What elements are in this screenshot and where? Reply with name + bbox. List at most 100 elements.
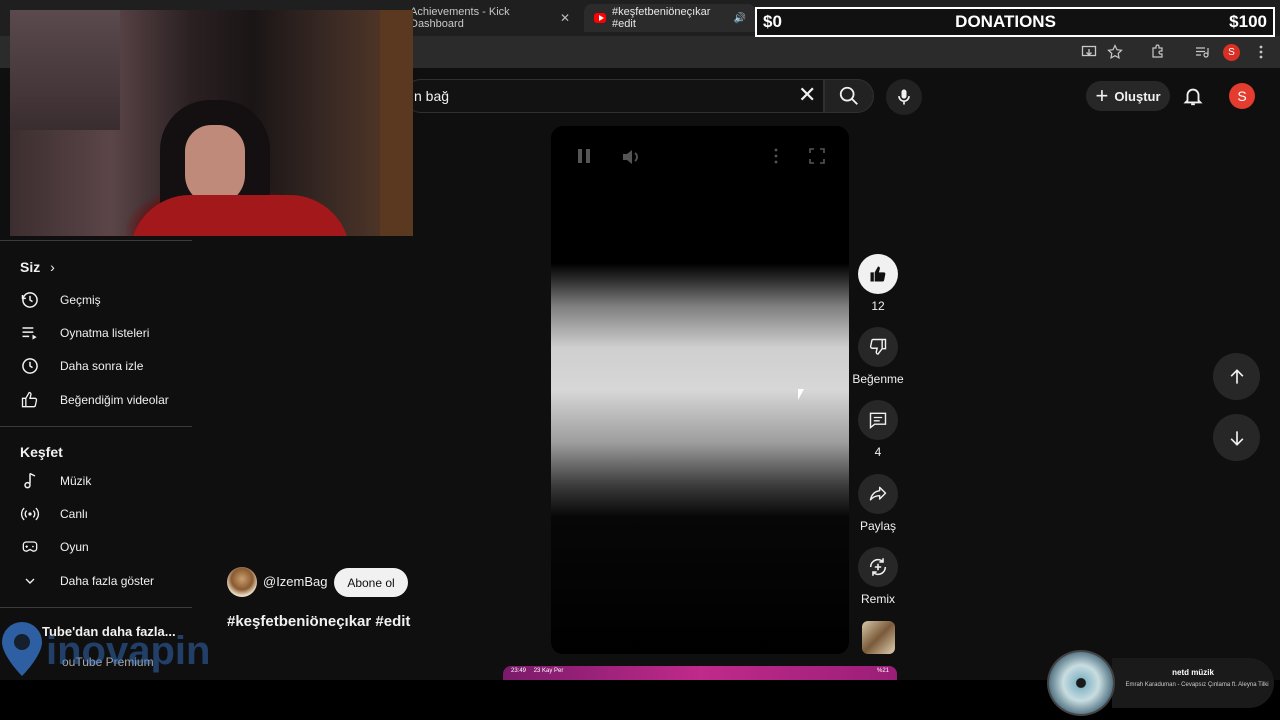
tab-label: Achievements - Kick Dashboard: [410, 6, 510, 30]
sidebar-item-watch-later[interactable]: Daha sonra izle: [20, 351, 190, 381]
sidebar-you-heading[interactable]: Siz ›: [20, 259, 55, 275]
sidebar-item-label: Müzik: [60, 474, 92, 488]
volume-icon[interactable]: [621, 148, 641, 171]
thumbs-up-icon: [870, 266, 886, 282]
sidebar-item-label: Oynatma listeleri: [60, 326, 150, 340]
voice-search-button[interactable]: [886, 79, 922, 115]
share-button[interactable]: [858, 474, 898, 514]
channel-avatar[interactable]: [227, 567, 257, 597]
gamepad-icon: [20, 537, 40, 557]
tab-kick-dashboard[interactable]: Achievements - Kick Dashboard ✕: [400, 4, 580, 32]
thumbs-down-icon: [869, 338, 887, 355]
preview-time: 23:49: [511, 668, 527, 674]
chevron-down-icon: [20, 571, 40, 591]
fullscreen-icon[interactable]: [809, 148, 825, 169]
plus-icon: +: [1095, 83, 1109, 108]
previous-short-button[interactable]: [1213, 353, 1260, 400]
share-arrow-icon: [869, 486, 887, 501]
comments-button[interactable]: [858, 400, 898, 440]
short-title[interactable]: #keşfetbeniöneçıkar #edit: [227, 613, 410, 630]
extensions-icon[interactable]: [1149, 44, 1167, 62]
playlist-icon: [20, 323, 40, 343]
mouse-cursor: [798, 389, 804, 400]
account-avatar[interactable]: S: [1229, 83, 1255, 109]
thumbs-up-icon: [20, 390, 40, 410]
tab-audio-icon[interactable]: 🔊: [734, 13, 746, 24]
create-label: Oluştur: [1114, 88, 1161, 104]
sidebar-item-history[interactable]: Geçmiş: [20, 285, 190, 315]
remix-icon: [869, 558, 887, 576]
shorts-video-player[interactable]: [551, 126, 849, 654]
sidebar-item-live[interactable]: Canlı: [20, 499, 190, 529]
remix-action[interactable]: Remix: [858, 547, 898, 606]
donations-goal: $100: [1229, 12, 1267, 31]
more-options-icon[interactable]: [773, 148, 779, 169]
remix-button[interactable]: [858, 547, 898, 587]
now-playing-overlay: netd müzik Emrah Karaduman - Cevapsız Çı…: [1042, 650, 1274, 716]
chevron-right-icon: ›: [50, 259, 55, 275]
arrow-up-icon: [1230, 368, 1243, 384]
browser-profile-avatar[interactable]: S: [1223, 44, 1240, 61]
sidebar-item-label: Daha fazla göster: [60, 574, 155, 588]
sidebar-item-label: Beğendiğim videolar: [60, 393, 169, 407]
sidebar-item-music[interactable]: Müzik: [20, 466, 190, 496]
music-note-icon: [20, 471, 40, 491]
notifications-bell-icon[interactable]: [1182, 84, 1204, 113]
sidebar-item-label: Daha sonra izle: [60, 359, 144, 373]
sidebar-item-label: Geçmiş: [60, 293, 101, 307]
channel-name[interactable]: @IzemBag: [263, 574, 328, 589]
search-input-value: n bağ: [414, 88, 450, 104]
sidebar-item-label: Canlı: [60, 507, 89, 521]
dislike-label: Beğenme: [852, 372, 904, 386]
next-short-button[interactable]: [1213, 414, 1260, 461]
sidebar-divider: [0, 240, 192, 241]
search-button[interactable]: [824, 79, 874, 113]
sidebar-explore-heading: Keşfet: [20, 444, 63, 460]
preview-status: %21: [876, 668, 889, 674]
sidebar-you-title: Siz: [20, 259, 41, 275]
search-input[interactable]: [404, 79, 824, 113]
next-short-preview[interactable]: 23:49 23 Kay Per %21: [503, 666, 897, 680]
streamer-webcam: [10, 10, 413, 236]
microphone-icon: [898, 89, 910, 105]
tab-label: #keşfetbeniöneçıkar #edit: [612, 6, 711, 30]
sidebar-item-liked-videos[interactable]: Beğendiğim videolar: [20, 385, 190, 415]
comments-action[interactable]: 4: [858, 400, 898, 459]
now-playing-source: netd müzik: [1172, 668, 1214, 677]
like-button[interactable]: [858, 254, 898, 294]
create-button[interactable]: + Oluştur: [1086, 81, 1170, 111]
youtube-favicon-icon: [594, 13, 607, 23]
inovapin-watermark-logo: inovapin: [2, 622, 210, 676]
vinyl-disc-icon: [1047, 650, 1115, 716]
original-sound-thumbnail[interactable]: [862, 621, 895, 654]
share-label: Paylaş: [859, 519, 897, 533]
history-icon: [20, 290, 40, 310]
like-action[interactable]: 12: [858, 254, 898, 313]
tab-close-icon[interactable]: ✕: [560, 11, 570, 25]
dislike-action[interactable]: Beğenme: [852, 327, 904, 386]
comment-icon: [869, 412, 887, 429]
remix-label: Remix: [860, 592, 895, 606]
tab-youtube-short[interactable]: #keşfetbeniöneçıkar #edit 🔊: [584, 4, 756, 32]
sidebar-divider: [0, 426, 192, 427]
sidebar-show-more[interactable]: Daha fazla göster: [20, 566, 190, 596]
bookmark-star-icon[interactable]: [1106, 44, 1124, 62]
arrow-down-icon: [1230, 430, 1243, 446]
watermark-text: inovapin: [46, 629, 210, 673]
clear-search-icon[interactable]: ✕: [798, 84, 816, 106]
webcam-person-face: [185, 125, 245, 205]
sidebar-item-playlists[interactable]: Oynatma listeleri: [20, 318, 190, 348]
webcam-background-shelf: [10, 10, 120, 130]
sidebar-item-gaming[interactable]: Oyun: [20, 532, 190, 562]
pause-icon[interactable]: [577, 148, 591, 169]
subscribe-button[interactable]: Abone ol: [334, 568, 408, 597]
dislike-button[interactable]: [858, 327, 898, 367]
media-control-icon[interactable]: [1193, 44, 1211, 62]
install-app-icon[interactable]: [1080, 44, 1098, 62]
sidebar-divider: [0, 607, 192, 608]
like-count: 12: [871, 299, 885, 313]
browser-menu-icon[interactable]: [1252, 44, 1270, 62]
search-icon: [839, 86, 858, 105]
share-action[interactable]: Paylaş: [858, 474, 898, 533]
clock-icon: [20, 356, 40, 376]
